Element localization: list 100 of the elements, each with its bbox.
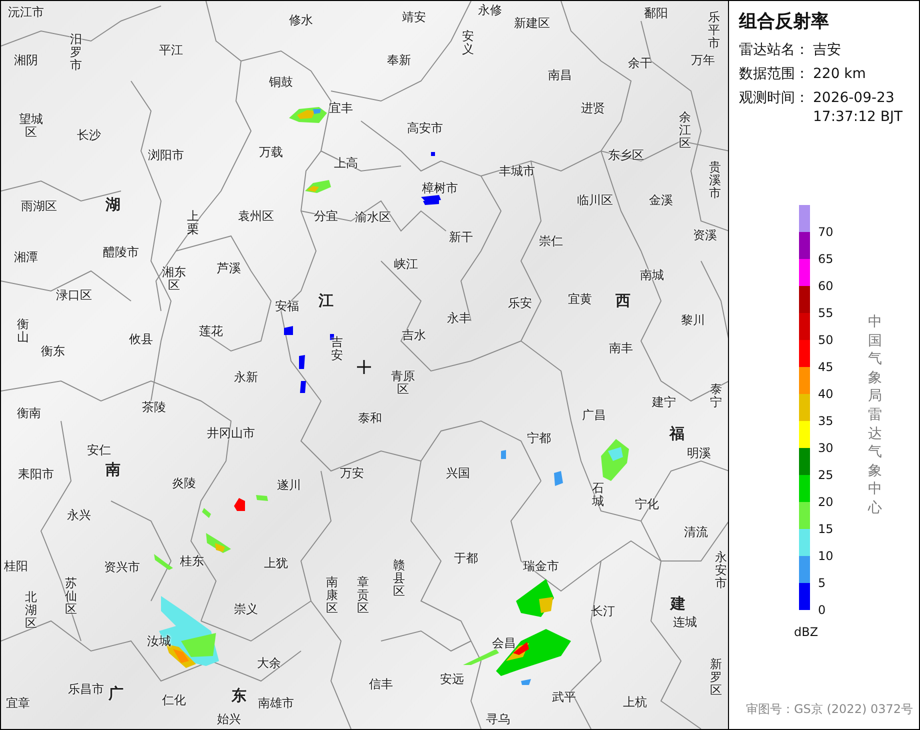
place-label: 万安 bbox=[340, 467, 364, 481]
place-label: 上栗 bbox=[187, 210, 199, 236]
place-label: 攸县 bbox=[129, 333, 153, 347]
place-label: 安远 bbox=[440, 673, 464, 687]
place-label: 青原区 bbox=[391, 370, 415, 396]
place-label: 长汀 bbox=[591, 605, 615, 619]
info-value: 220 km bbox=[813, 65, 867, 84]
scale-tick-label: 15 bbox=[818, 521, 834, 537]
place-label: 南康区 bbox=[326, 576, 338, 616]
place-label: 武平 bbox=[552, 691, 576, 705]
place-label: 泰和 bbox=[358, 412, 382, 426]
place-label: 芦溪 bbox=[217, 262, 241, 276]
map-approval-number: 审图号：GS京 (2022) 0372号 bbox=[746, 701, 914, 718]
place-label: 桂阳 bbox=[4, 560, 28, 574]
radar-echo bbox=[305, 180, 331, 193]
place-label: 吉水 bbox=[402, 329, 426, 343]
place-label: 泰宁 bbox=[710, 382, 722, 410]
place-label: 黎川 bbox=[681, 314, 705, 328]
credit-text: 中国气象局雷达气象中心 bbox=[868, 313, 882, 518]
place-label: 耒阳市 bbox=[18, 468, 54, 482]
place-label: 望城区 bbox=[19, 112, 43, 140]
place-label: 峡江 bbox=[394, 258, 418, 272]
place-label: 茶陵 bbox=[142, 401, 166, 415]
province-label: 湖 bbox=[106, 196, 120, 214]
place-label: 沅江市 bbox=[8, 6, 44, 20]
place-label: 宁化 bbox=[635, 498, 659, 512]
province-label: 东 bbox=[232, 687, 246, 705]
place-label: 安仁 bbox=[87, 444, 111, 458]
place-label: 南雄市 bbox=[258, 697, 294, 711]
province-label: 广 bbox=[108, 685, 124, 703]
place-label: 衡山 bbox=[17, 318, 29, 344]
place-label: 渌口区 bbox=[56, 289, 92, 303]
info-label: 雷达站名： bbox=[739, 41, 809, 60]
radar-site-icon bbox=[357, 360, 371, 374]
scale-tick-label: 40 bbox=[818, 386, 834, 402]
place-label: 炎陵 bbox=[172, 477, 196, 491]
place-label: 宜章 bbox=[6, 697, 30, 711]
place-label: 铜鼓 bbox=[269, 76, 293, 90]
place-label: 安福 bbox=[275, 300, 299, 314]
place-label: 上犹 bbox=[264, 557, 288, 571]
place-label: 永修 bbox=[478, 4, 502, 18]
place-label: 平江 bbox=[159, 44, 183, 58]
place-label: 长沙 bbox=[77, 129, 101, 143]
place-label: 大余 bbox=[257, 657, 281, 671]
chart-title: 组合反射率 bbox=[739, 10, 830, 33]
place-label: 余干 bbox=[628, 57, 652, 71]
place-label: 建宁 bbox=[652, 396, 676, 410]
place-label: 宁都 bbox=[527, 432, 551, 446]
province-label: 西 bbox=[616, 292, 630, 310]
place-label: 崇仁 bbox=[539, 235, 563, 249]
info-label: 数据范围： bbox=[739, 65, 809, 84]
place-label: 醴陵市 bbox=[103, 246, 139, 260]
place-label: 赣县区 bbox=[393, 559, 405, 599]
place-label: 临川区 bbox=[577, 194, 613, 208]
place-label: 贵溪市 bbox=[709, 161, 721, 201]
scale-tick-label: 30 bbox=[818, 440, 834, 456]
place-label: 章贡区 bbox=[357, 576, 369, 616]
place-label: 汨罗市 bbox=[70, 33, 82, 73]
place-label: 永新 bbox=[234, 371, 258, 385]
scale-tick-label: 55 bbox=[818, 305, 834, 321]
scale-tick-label: 0 bbox=[818, 602, 826, 618]
place-label: 寻乌 bbox=[486, 713, 510, 727]
place-label: 永丰 bbox=[447, 312, 471, 326]
place-label: 信丰 bbox=[369, 678, 393, 692]
info-value: 吉安 bbox=[813, 41, 842, 60]
province-label: 江 bbox=[318, 292, 334, 310]
scale-tick-label: 65 bbox=[818, 251, 834, 267]
radar-echo bbox=[601, 439, 629, 481]
radar-echo bbox=[501, 450, 563, 486]
place-label: 湘阴 bbox=[14, 54, 38, 68]
place-label: 高安市 bbox=[407, 122, 443, 136]
place-label: 南昌 bbox=[548, 69, 572, 83]
place-label: 宜丰 bbox=[329, 102, 353, 116]
scale-tick-label: 35 bbox=[818, 413, 834, 429]
place-label: 瑞金市 bbox=[523, 560, 559, 574]
place-label: 余江区 bbox=[679, 111, 691, 151]
place-label: 安义 bbox=[462, 30, 474, 56]
scale-tick-label: 5 bbox=[818, 575, 826, 591]
place-label: 湘潭 bbox=[14, 251, 38, 265]
place-label: 明溪 bbox=[687, 447, 711, 461]
province-label: 建 bbox=[670, 595, 686, 613]
place-label: 湘东区 bbox=[162, 266, 186, 292]
place-label: 南城 bbox=[640, 269, 664, 283]
place-label: 乐昌市 bbox=[68, 683, 104, 697]
place-label: 崇义 bbox=[234, 603, 258, 617]
place-label: 吉安 bbox=[331, 336, 343, 362]
info-label: 观测时间： bbox=[739, 89, 809, 108]
place-label: 东乡区 bbox=[608, 149, 644, 163]
place-label: 上高 bbox=[334, 157, 358, 171]
place-label: 上杭 bbox=[623, 696, 647, 710]
place-label: 宜黄 bbox=[568, 293, 592, 307]
place-label: 鄱阳 bbox=[644, 7, 668, 21]
place-label: 丰城市 bbox=[499, 165, 535, 179]
scale-tick-label: 25 bbox=[818, 467, 834, 483]
scale-tick-label: 10 bbox=[818, 548, 834, 564]
scale-tick-label: 45 bbox=[818, 359, 834, 375]
province-label: 南 bbox=[106, 461, 120, 479]
place-label: 樟树市 bbox=[422, 182, 458, 196]
scale-tick-label: 70 bbox=[818, 224, 834, 240]
place-label: 渝水区 bbox=[355, 211, 391, 225]
